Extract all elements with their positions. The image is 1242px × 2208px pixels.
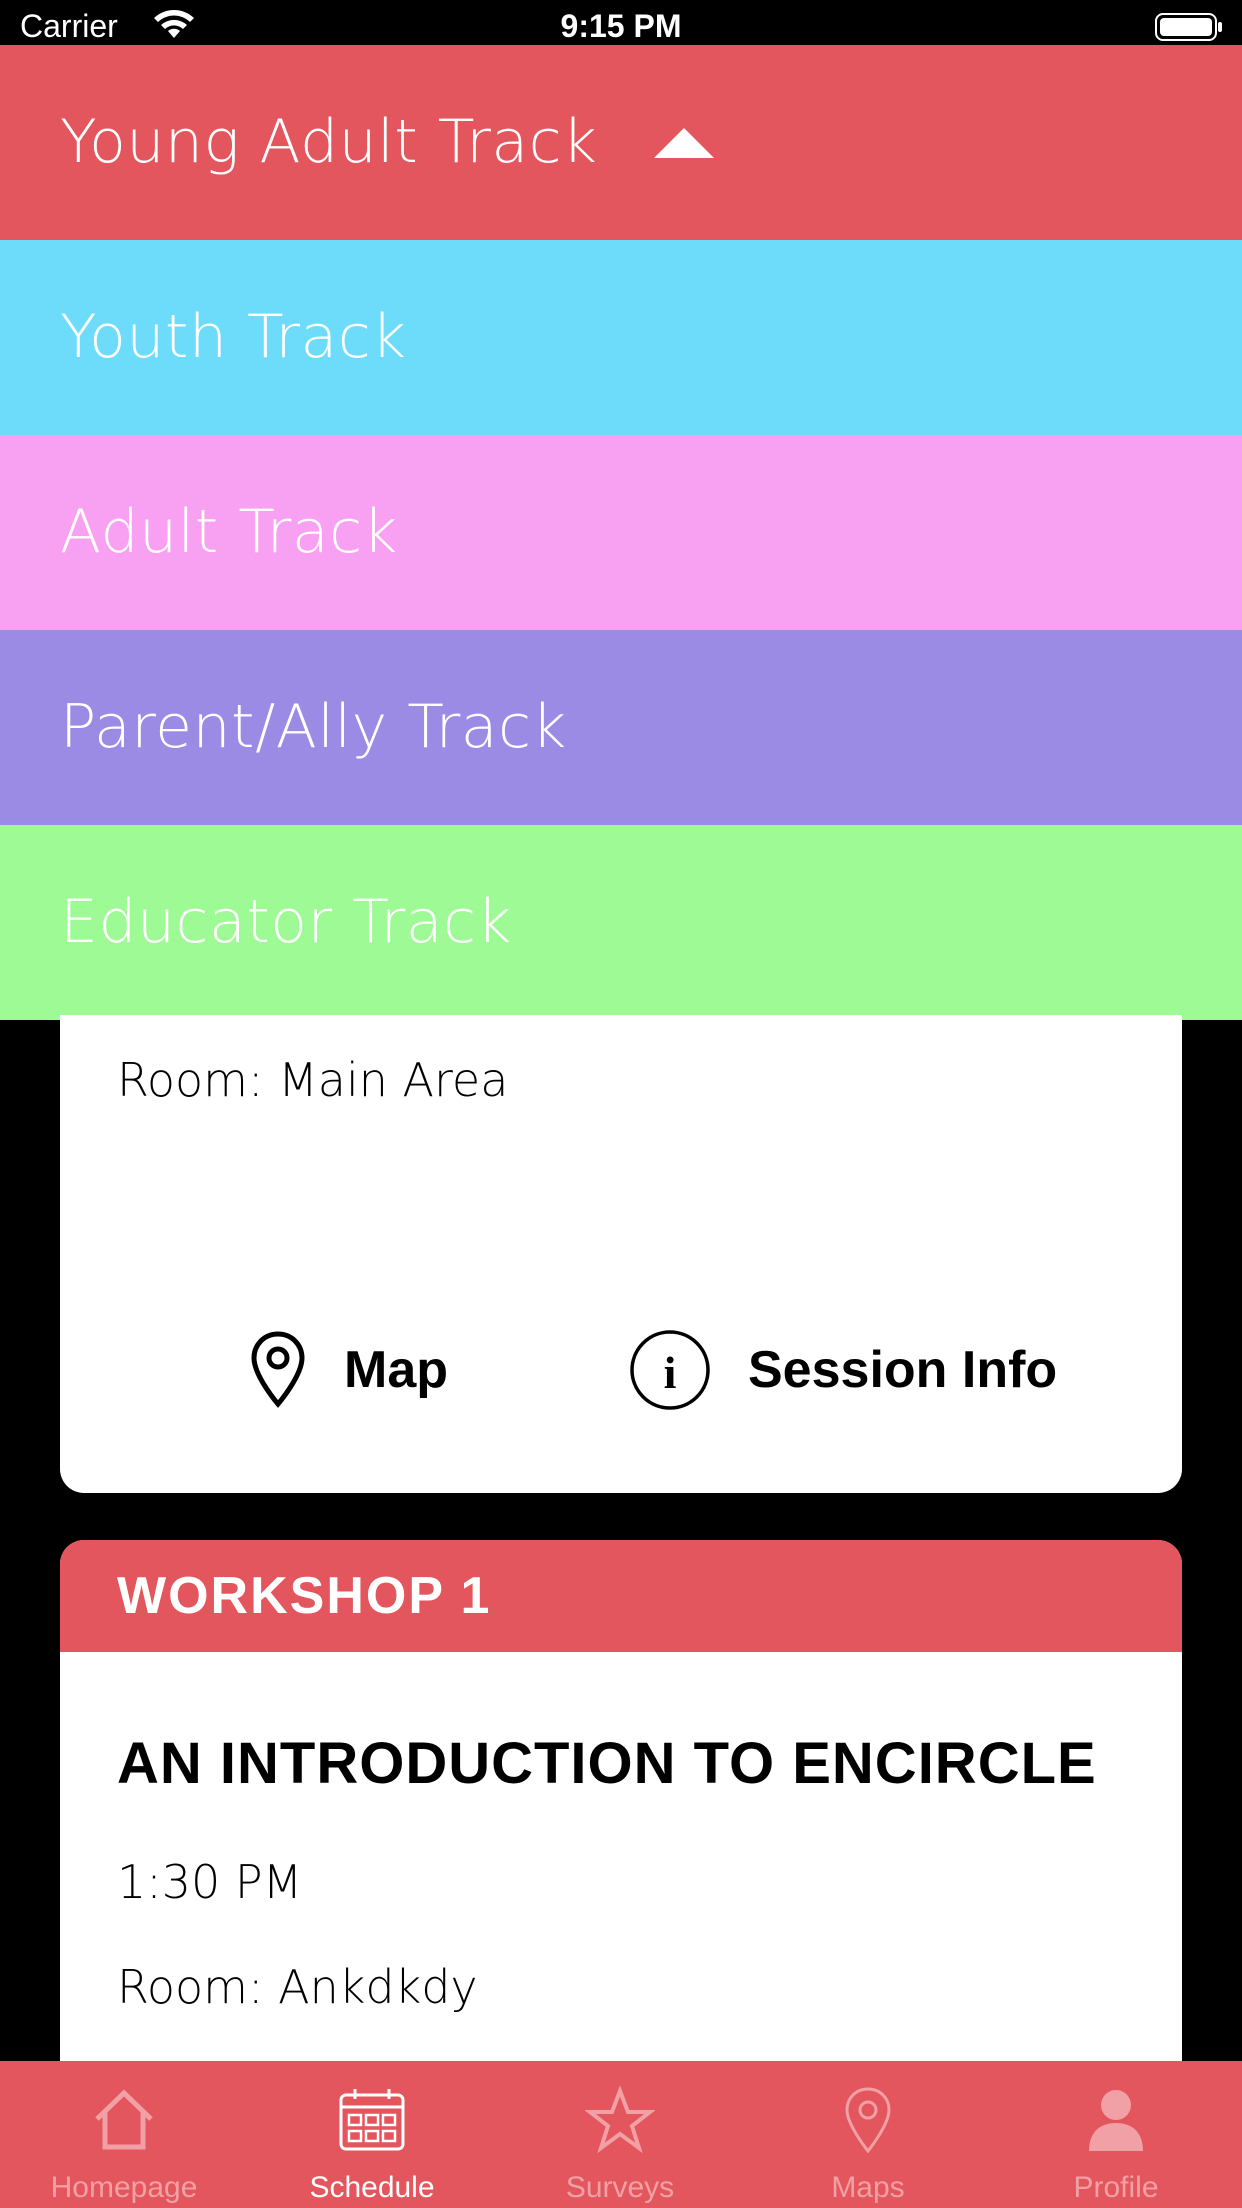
session-title: AN INTRODUCTION TO ENCIRCLE bbox=[117, 1731, 1097, 1796]
session-card[interactable]: WORKSHOP 1 AN INTRODUCTION TO ENCIRCLE 1… bbox=[60, 1540, 1182, 2070]
session-category-header: WORKSHOP 1 bbox=[60, 1540, 1182, 1652]
track-option-label: Educator Track bbox=[60, 887, 512, 957]
map-button[interactable]: Map bbox=[248, 1325, 448, 1415]
tab-label: Schedule bbox=[309, 2171, 435, 2204]
tab-label: Surveys bbox=[565, 2171, 675, 2204]
map-pin-icon bbox=[845, 2087, 891, 2154]
tab-profile[interactable]: Profile bbox=[992, 2061, 1240, 2208]
track-option-educator[interactable]: Educator Track bbox=[0, 825, 1242, 1020]
session-info-label: Session Info bbox=[748, 1341, 1058, 1399]
session-info-button[interactable]: i Session Info bbox=[628, 1325, 1057, 1415]
tab-label: Maps bbox=[831, 2171, 905, 2204]
track-option-youth[interactable]: Youth Track bbox=[0, 240, 1242, 435]
map-button-label: Map bbox=[344, 1341, 448, 1399]
svg-text:i: i bbox=[664, 1347, 677, 1398]
info-icon: i bbox=[630, 1330, 710, 1410]
session-room: Room: Main Area bbox=[117, 1053, 509, 1107]
clock: 9:15 PM bbox=[560, 8, 682, 44]
session-room: Room: Ankdkdy bbox=[117, 1960, 478, 2014]
star-icon bbox=[585, 2085, 655, 2154]
track-option-label: Adult Track bbox=[60, 497, 398, 567]
tab-surveys[interactable]: Surveys bbox=[496, 2061, 744, 2208]
tab-bar: Homepage Schedule Surveys Maps Profile bbox=[0, 2061, 1242, 2208]
person-icon bbox=[1089, 2090, 1143, 2151]
track-option-label: Parent/Ally Track bbox=[60, 692, 567, 762]
track-dropdown-selected[interactable]: Young Adult Track bbox=[0, 45, 1242, 240]
session-time: 1:30 PM bbox=[117, 1855, 303, 1909]
map-pin-icon bbox=[251, 1331, 305, 1408]
session-card: Room: Main Area Map i Session Info bbox=[60, 1015, 1182, 1493]
tab-schedule[interactable]: Schedule bbox=[248, 2061, 496, 2208]
battery-icon bbox=[1155, 13, 1222, 41]
tab-maps[interactable]: Maps bbox=[744, 2061, 992, 2208]
status-bar: Carrier 9:15 PM bbox=[0, 0, 1242, 45]
track-option-parent-ally[interactable]: Parent/Ally Track bbox=[0, 630, 1242, 825]
home-icon bbox=[95, 2089, 153, 2150]
tab-label: Profile bbox=[1073, 2171, 1159, 2204]
tab-label: Homepage bbox=[50, 2171, 198, 2204]
selected-track-label: Young Adult Track bbox=[60, 107, 598, 177]
track-option-adult[interactable]: Adult Track bbox=[0, 435, 1242, 630]
track-option-label: Youth Track bbox=[60, 302, 407, 372]
calendar-icon bbox=[339, 2089, 405, 2151]
tab-homepage[interactable]: Homepage bbox=[0, 2061, 248, 2208]
caret-up-icon bbox=[654, 128, 714, 158]
